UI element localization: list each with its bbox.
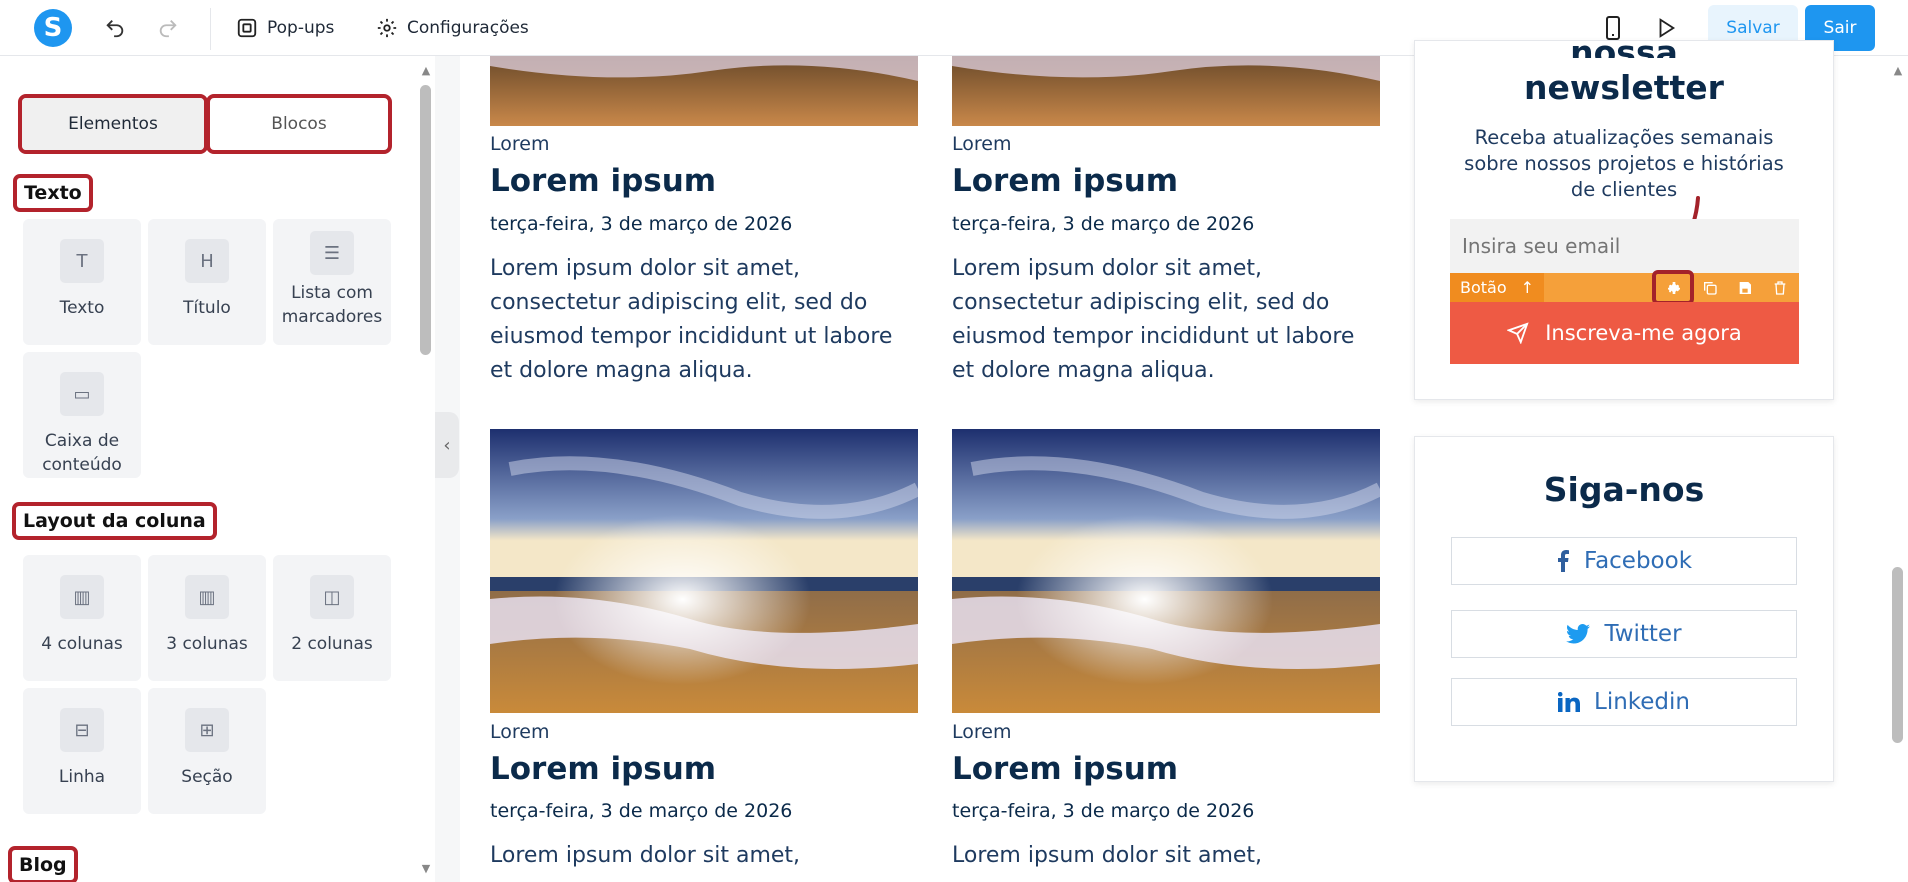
twitter-button[interactable]: Twitter bbox=[1451, 610, 1797, 658]
post-date: terça-feira, 3 de março de 2026 bbox=[490, 213, 793, 235]
element-secao[interactable]: ⊞ Seção bbox=[148, 688, 266, 814]
post-category[interactable]: Lorem bbox=[952, 133, 1011, 155]
element-label: Texto bbox=[59, 298, 105, 318]
content-box-icon: ▭ bbox=[60, 372, 104, 416]
tab-elementos-label: Elementos bbox=[22, 98, 204, 150]
element-label: Linha bbox=[58, 767, 106, 787]
section-icon: ⊞ bbox=[185, 708, 229, 752]
post-date: terça-feira, 3 de março de 2026 bbox=[490, 800, 793, 822]
arrow-up-icon[interactable]: ↑ bbox=[1521, 278, 1534, 297]
element-titulo[interactable]: H Título bbox=[148, 219, 266, 345]
follow-title: Siga-nos bbox=[1543, 470, 1705, 509]
twitter-label: Twitter bbox=[1604, 621, 1682, 647]
post-category[interactable]: Lorem bbox=[490, 721, 549, 743]
element-label: Título bbox=[183, 298, 231, 318]
element-4-colunas[interactable]: ▥ 4 colunas bbox=[23, 555, 141, 681]
newsletter-subtitle: Receba atualizações semanais sobre nosso… bbox=[1464, 126, 1784, 201]
post-title[interactable]: Lorem ipsum bbox=[952, 751, 1178, 787]
email-input[interactable] bbox=[1450, 219, 1799, 273]
save-block-icon[interactable] bbox=[1732, 275, 1758, 300]
element-type-label[interactable]: Botão ↑ bbox=[1450, 273, 1545, 302]
toolbar-label: Botão bbox=[1460, 278, 1507, 297]
element-label: 4 colunas bbox=[41, 634, 123, 654]
elements-sidebar: Elementos Blocos Texto T Texto H Título … bbox=[0, 56, 417, 882]
element-lista[interactable]: ☰ Lista com marcadores bbox=[273, 219, 391, 345]
heading-icon: H bbox=[185, 239, 229, 283]
section-title-texto: Texto bbox=[13, 174, 93, 212]
subscribe-button[interactable]: Inscreva-me agora bbox=[1450, 302, 1799, 364]
trash-icon[interactable] bbox=[1767, 275, 1793, 300]
gear-icon bbox=[377, 18, 397, 38]
linkedin-icon bbox=[1558, 692, 1580, 712]
popups-button[interactable]: Pop-ups bbox=[236, 14, 334, 42]
tab-elementos[interactable]: Elementos bbox=[18, 94, 208, 154]
post-date: terça-feira, 3 de março de 2026 bbox=[952, 800, 1255, 822]
facebook-button[interactable]: Facebook bbox=[1451, 537, 1797, 585]
page-scroll-up-icon[interactable]: ▲ bbox=[1891, 64, 1905, 78]
post-image[interactable] bbox=[952, 56, 1380, 126]
tab-blocos-label: Blocos bbox=[271, 114, 327, 134]
facebook-label: Facebook bbox=[1583, 548, 1693, 574]
element-label: Lista com marcadores bbox=[281, 283, 383, 327]
linkedin-button[interactable]: Linkedin bbox=[1451, 678, 1797, 726]
settings-button[interactable]: Configurações bbox=[376, 14, 529, 42]
section-title-blog: Blog bbox=[8, 846, 78, 882]
post-title[interactable]: Lorem ipsum bbox=[490, 751, 716, 787]
redo-icon[interactable] bbox=[154, 14, 182, 42]
element-texto[interactable]: T Texto bbox=[23, 219, 141, 345]
post-image[interactable] bbox=[490, 429, 918, 713]
app-logo: S bbox=[34, 9, 72, 47]
post-category[interactable]: Lorem bbox=[952, 721, 1011, 743]
scroll-down-icon[interactable]: ▼ bbox=[419, 862, 433, 876]
newsletter-title-top: nossa bbox=[1570, 33, 1678, 58]
linkedin-label: Linkedin bbox=[1594, 689, 1690, 715]
text-icon: T bbox=[60, 239, 104, 283]
post-date: terça-feira, 3 de março de 2026 bbox=[952, 213, 1255, 235]
element-linha[interactable]: ⊟ Linha bbox=[23, 688, 141, 814]
post-category[interactable]: Lorem bbox=[490, 133, 549, 155]
post-title[interactable]: Lorem ipsum bbox=[952, 163, 1178, 199]
newsletter-title: newsletter bbox=[1524, 68, 1724, 107]
bullet-list-icon: ☰ bbox=[310, 231, 354, 275]
sidebar-scroll-thumb[interactable] bbox=[420, 85, 431, 355]
toolbar-divider bbox=[210, 8, 211, 50]
popup-icon bbox=[237, 18, 257, 38]
twitter-icon bbox=[1566, 624, 1591, 644]
popups-label: Pop-ups bbox=[267, 18, 335, 38]
send-icon bbox=[1507, 322, 1529, 344]
facebook-icon bbox=[1557, 550, 1569, 572]
element-label: Caixa de conteúdo bbox=[42, 431, 122, 475]
element-label: 2 colunas bbox=[291, 634, 373, 654]
gear-highlight bbox=[1652, 270, 1694, 305]
duplicate-icon[interactable] bbox=[1697, 275, 1723, 300]
element-label: 3 colunas bbox=[166, 634, 248, 654]
post-excerpt: Lorem ipsum dolor sit amet, consectetur … bbox=[952, 256, 1355, 383]
scroll-up-icon[interactable]: ▲ bbox=[419, 64, 433, 78]
tab-blocos[interactable]: Blocos bbox=[206, 94, 392, 154]
post-excerpt: Lorem ipsum dolor sit amet, consectetur … bbox=[490, 256, 893, 383]
three-columns-icon: ▥ bbox=[185, 575, 229, 619]
post-image[interactable] bbox=[490, 56, 918, 126]
section-title-layout: Layout da coluna bbox=[12, 502, 217, 540]
page-scroll-thumb[interactable] bbox=[1892, 567, 1903, 743]
post-excerpt: Lorem ipsum dolor sit amet, bbox=[490, 843, 801, 868]
element-label: Seção bbox=[181, 767, 233, 787]
row-icon: ⊟ bbox=[60, 708, 104, 752]
subscribe-label: Inscreva-me agora bbox=[1545, 321, 1742, 345]
two-columns-icon: ◫ bbox=[310, 575, 354, 619]
collapse-sidebar-button[interactable]: ‹ bbox=[435, 412, 459, 478]
post-title[interactable]: Lorem ipsum bbox=[490, 163, 716, 199]
four-columns-icon: ▥ bbox=[60, 575, 104, 619]
element-caixa[interactable]: ▭ Caixa de conteúdo bbox=[23, 352, 141, 478]
element-3-colunas[interactable]: ▥ 3 colunas bbox=[148, 555, 266, 681]
element-2-colunas[interactable]: ◫ 2 colunas bbox=[273, 555, 391, 681]
post-image[interactable] bbox=[952, 429, 1380, 713]
undo-icon[interactable] bbox=[101, 14, 129, 42]
post-excerpt: Lorem ipsum dolor sit amet, bbox=[952, 843, 1263, 868]
chevron-left-icon: ‹ bbox=[443, 434, 451, 456]
settings-label: Configurações bbox=[407, 18, 529, 38]
page-scrollbar[interactable] bbox=[1888, 56, 1908, 882]
